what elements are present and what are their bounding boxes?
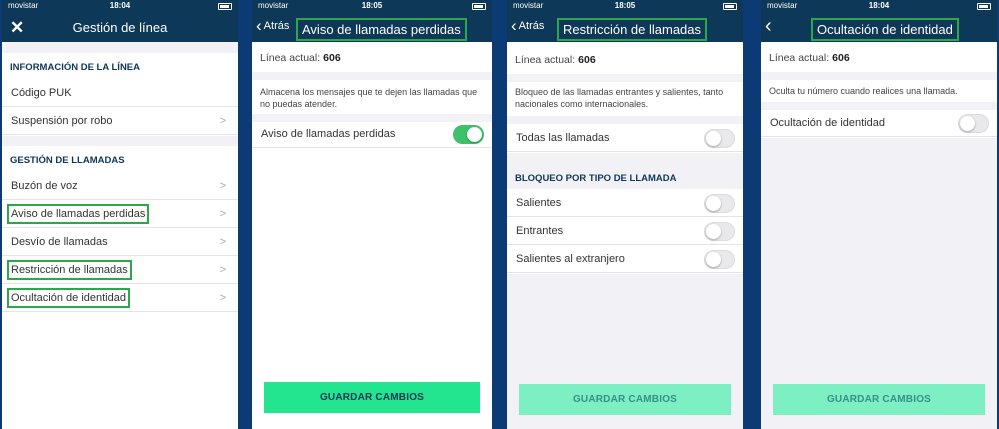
toggle-label: Todas las llamadas [516,131,610,144]
toggle-switch[interactable] [704,194,735,213]
page-title: Aviso de llamadas perdidas [296,18,467,41]
current-line-label: Línea actual: [260,52,321,64]
current-line-value: 606 [832,52,850,64]
list-item-puk[interactable]: Código PUK [2,79,238,107]
save-button[interactable]: GUARDAR CAMBIOS [773,384,985,415]
toggle-row-ocultacion: Ocultación de identidad [761,109,997,137]
list-item-ocultacion[interactable]: Ocultación de identidad > [2,284,238,312]
page-title: Ocultación de identidad [811,18,959,41]
back-button[interactable]: ‹ Atrás [511,16,545,35]
toggle-label: Salientes al extranjero [516,252,625,265]
current-line: Línea actual: 606 [260,52,341,64]
list-item-label: Buzón de voz [11,179,78,192]
battery-icon [723,3,737,10]
clock: 18:05 [614,1,636,10]
save-button[interactable]: GUARDAR CAMBIOS [264,382,480,413]
section-header-type: BLOQUEO POR TIPO DE LLAMADA [515,173,677,184]
navbar: ✕ Gestión de línea [2,13,238,42]
navbar: ‹ Ocultación de identidad [761,13,997,42]
chevron-right-icon: > [219,208,226,220]
section-header-calls: GESTIÓN DE LLAMADAS [10,155,125,166]
list-item-label: Restricción de llamadas [7,259,132,280]
battery-icon [977,3,991,10]
current-line: Línea actual: 606 [769,52,850,64]
page-title: Gestión de línea [72,20,168,35]
toggle-row-all-calls: Todas las llamadas [507,124,743,152]
list-item-buzon[interactable]: Buzón de voz > [2,172,238,200]
back-label: Atrás [263,20,290,32]
toggle-label: Ocultación de identidad [770,116,885,129]
current-line-value: 606 [323,52,341,64]
chevron-right-icon: > [219,264,226,276]
back-button[interactable]: ‹ [765,15,774,37]
description: Oculta tu número cuando realices una lla… [769,86,958,96]
screen-aviso-llamadas: movistar 18:05 ‹ Atrás Aviso de llamadas… [252,0,492,429]
screen-gestion-linea: movistar 18:04 ✕ Gestión de línea INFORM… [2,0,238,429]
list-item-restriccion[interactable]: Restricción de llamadas > [2,256,238,284]
current-line: Línea actual: 606 [515,54,596,66]
status-bar: movistar 18:04 [2,0,238,13]
toggle-label: Salientes [516,196,562,209]
page-title: Restricción de llamadas [556,18,708,41]
list-item-label: Desvío de llamadas [11,235,108,248]
list-item-suspension[interactable]: Suspensión por robo > [2,107,238,135]
toggle-switch[interactable] [704,129,735,148]
toggle-label: Aviso de llamadas perdidas [261,127,396,140]
chevron-right-icon: > [219,180,226,192]
back-label: Atrás [518,20,545,32]
navbar: ‹ Atrás Restricción de llamadas [507,13,743,42]
current-line-value: 606 [578,54,596,66]
clock: 18:05 [361,1,383,10]
battery-icon [472,3,486,10]
screen-ocultacion-identidad: movistar 18:04 ‹ Ocultación de identidad… [761,0,997,429]
status-bar: movistar 18:04 [761,0,997,13]
navbar: ‹ Atrás Aviso de llamadas perdidas [252,13,492,42]
chevron-right-icon: > [219,236,226,248]
list-item-desvio[interactable]: Desvío de llamadas > [2,228,238,256]
back-button[interactable]: ‹ Atrás [256,16,290,35]
toggle-switch[interactable] [453,125,484,144]
chevron-left-icon: ‹ [765,15,772,37]
list-item-label: Aviso de llamadas perdidas [6,203,150,224]
settings-panel: Línea actual: 606 Oculta tu número cuando… [761,42,997,429]
clock: 18:04 [109,1,131,10]
current-line-label: Línea actual: [769,52,830,64]
list-item-label: Suspensión por robo [11,114,113,127]
clock: 18:04 [868,1,890,10]
chevron-right-icon: > [219,292,226,304]
list-item-label: Código PUK [11,86,72,99]
toggle-switch[interactable] [704,222,735,241]
toggle-label: Entrantes [516,224,564,237]
section-header-info: INFORMACIÓN DE LA LÍNEA [10,62,141,73]
toggle-switch[interactable] [704,250,735,269]
status-bar: movistar 18:05 [252,0,492,13]
description: Almacena los mensajes que te dejen las l… [260,87,478,109]
status-bar: movistar 18:05 [507,0,743,13]
toggle-row-entrantes: Entrantes [507,217,743,245]
settings-panel: Línea actual: 606 Almacena los mensajes q… [252,42,492,429]
toggle-row-salientes: Salientes [507,189,743,217]
screen-restriccion-llamadas: movistar 18:05 ‹ Atrás Restricción de ll… [507,0,743,429]
chevron-right-icon: > [219,115,226,127]
chevron-left-icon: ‹ [511,16,517,35]
toggle-row-extranjero: Salientes al extranjero [507,245,743,273]
description: Bloqueo de las llamadas entrantes y sali… [515,87,724,109]
battery-icon [218,3,232,10]
settings-panel: Línea actual: 606 Bloqueo de las llamadas… [507,42,743,429]
list-item-aviso[interactable]: Aviso de llamadas perdidas > [2,200,238,228]
current-line-label: Línea actual: [515,54,576,66]
save-button[interactable]: GUARDAR CAMBIOS [519,384,731,415]
list-item-label: Ocultación de identidad [7,287,130,308]
toggle-switch[interactable] [958,114,989,133]
toggle-row-aviso: Aviso de llamadas perdidas [252,120,492,148]
chevron-left-icon: ‹ [256,16,262,35]
settings-list: INFORMACIÓN DE LA LÍNEA Código PUK Suspe… [2,42,238,429]
